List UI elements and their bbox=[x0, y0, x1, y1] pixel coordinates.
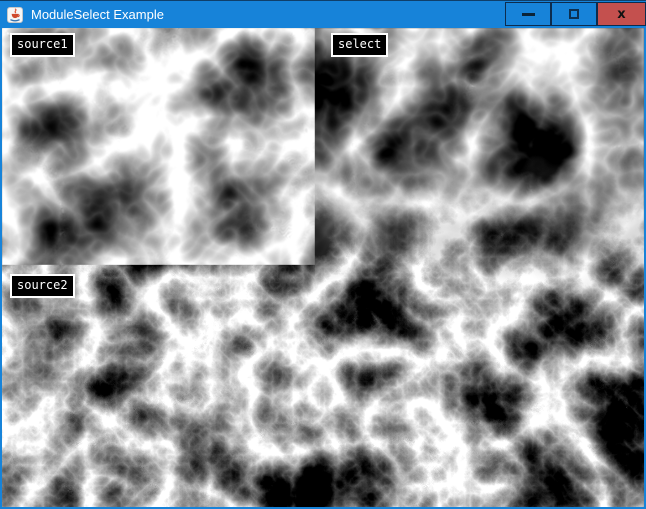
close-button[interactable]: x bbox=[597, 2, 646, 26]
minimize-button[interactable] bbox=[505, 2, 551, 26]
label-source1: source1 bbox=[10, 33, 75, 57]
java-coffee-cup-icon bbox=[7, 7, 23, 23]
window-title: ModuleSelect Example bbox=[31, 1, 505, 28]
label-source2: source2 bbox=[10, 274, 75, 298]
minimize-icon bbox=[522, 13, 535, 16]
source1-texture bbox=[2, 28, 315, 265]
maximize-icon bbox=[569, 9, 579, 19]
window-controls: x bbox=[505, 2, 646, 26]
label-select: select bbox=[331, 33, 388, 57]
maximize-button[interactable] bbox=[551, 2, 597, 26]
app-window: ModuleSelect Example x bbox=[0, 0, 646, 509]
render-area: source1 select source2 bbox=[0, 28, 646, 509]
source2-texture bbox=[2, 265, 315, 507]
close-icon: x bbox=[617, 8, 625, 21]
titlebar[interactable]: ModuleSelect Example x bbox=[0, 0, 646, 28]
noise-canvas bbox=[2, 28, 644, 507]
